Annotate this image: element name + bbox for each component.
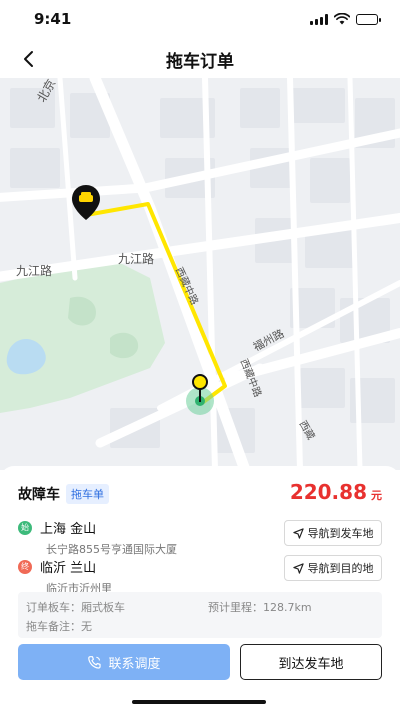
pickup-badge: 始 — [18, 520, 32, 535]
pickup-location: 始 上海 金山 长宁路855号亨通国际大厦 — [18, 518, 278, 557]
order-type-badge: 拖车单 — [66, 484, 109, 504]
home-indicator — [132, 700, 266, 704]
status-time: 9:41 — [34, 10, 72, 28]
dropoff-title: 临沂 兰山 — [40, 561, 97, 576]
nav-bar: 拖车订单 — [0, 38, 400, 78]
order-price: 220.88 元 — [290, 480, 382, 504]
order-header: 故障车 拖车单 — [18, 484, 109, 504]
navigation-arrow-icon — [292, 527, 304, 539]
phone-icon — [88, 655, 102, 669]
navigate-to-pickup-button[interactable]: 导航到发车地 — [284, 520, 382, 546]
map-view[interactable]: 北京 九江路 九江路 西藏中路 福州路 西藏中路 西藏 — [0, 78, 400, 470]
navigate-to-destination-label: 导航到目的地 — [307, 562, 374, 575]
map-label-jiujiang-road-left: 九江路 — [16, 264, 53, 278]
wifi-icon — [334, 13, 350, 25]
arrive-pickup-label: 到达发车地 — [278, 656, 344, 672]
trailer-plate-info: 订单板车：厢式板车 — [26, 601, 125, 614]
pickup-address: 长宁路855号亨通国际大厦 — [46, 543, 177, 556]
dropoff-badge: 终 — [18, 559, 32, 574]
price-unit: 元 — [371, 489, 382, 502]
contact-dispatch-label: 联系调度 — [108, 656, 161, 672]
tow-note-info: 拖车备注：无 — [26, 620, 92, 633]
price-value: 220.88 — [289, 480, 367, 504]
estimated-mileage-info: 预计里程：128.7km — [208, 601, 312, 614]
order-details: 订单板车：厢式板车 预计里程：128.7km 拖车备注：无 — [18, 592, 382, 638]
arrive-pickup-button[interactable]: 到达发车地 — [240, 644, 382, 680]
page-title: 拖车订单 — [166, 52, 234, 72]
status-icons — [310, 13, 381, 25]
navigate-to-destination-button[interactable]: 导航到目的地 — [284, 555, 382, 581]
order-title: 故障车 — [18, 487, 60, 503]
map-label-jiujiang-road-right: 九江路 — [118, 252, 155, 266]
status-bar: 9:41 — [0, 0, 400, 38]
dropoff-location: 终 临沂 兰山 临沂市沂州里 — [18, 557, 278, 596]
navigate-to-pickup-label: 导航到发车地 — [307, 527, 374, 540]
battery-icon — [356, 13, 381, 25]
order-sheet: 故障车 拖车单 220.88 元 始 上海 金山 长宁路855号亨通国际大厦 导… — [0, 466, 400, 711]
navigation-arrow-icon — [292, 562, 304, 574]
map-canvas — [0, 78, 400, 470]
contact-dispatch-button[interactable]: 联系调度 — [18, 644, 230, 680]
cellular-signal-icon — [310, 13, 328, 25]
pickup-title: 上海 金山 — [40, 522, 97, 537]
